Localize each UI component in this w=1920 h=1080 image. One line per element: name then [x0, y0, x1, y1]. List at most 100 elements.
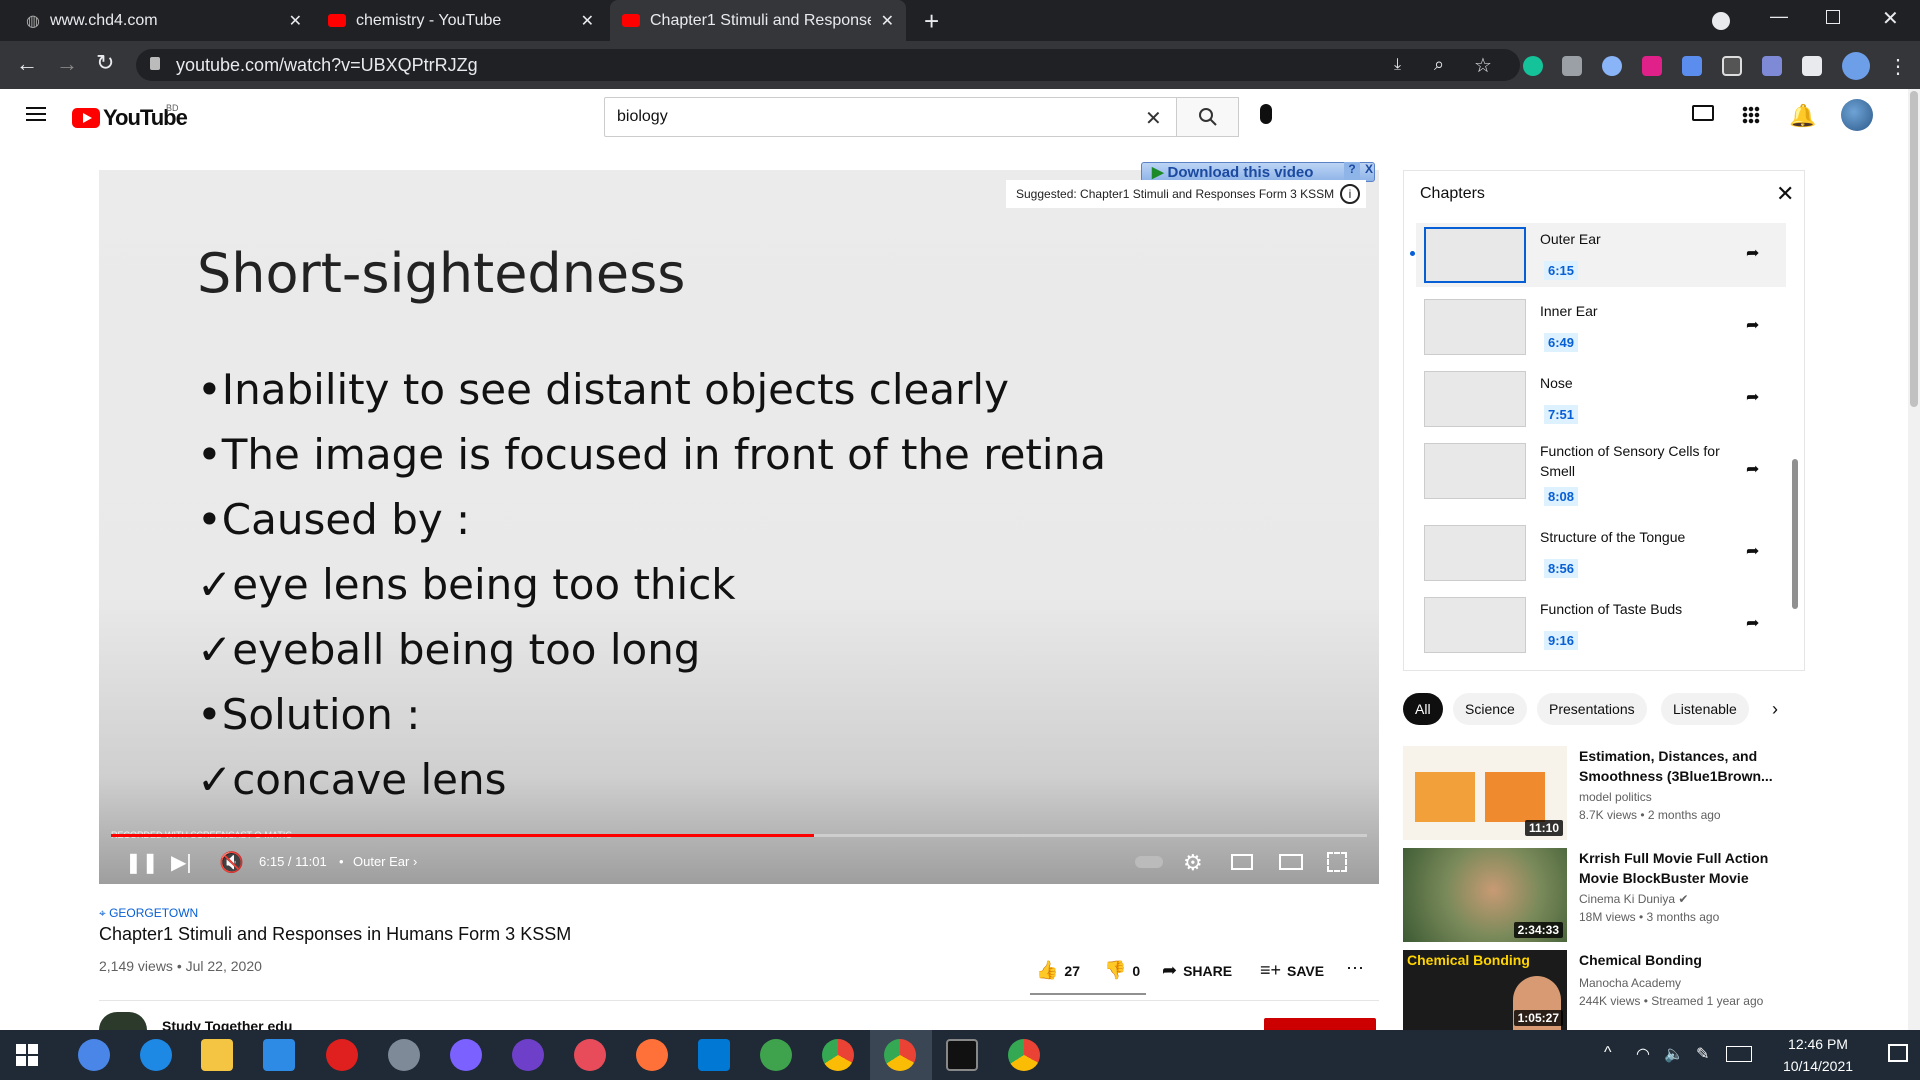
satellite-app-icon[interactable]: [388, 1039, 420, 1071]
share-icon[interactable]: ➦: [1746, 243, 1759, 263]
show-hidden-icons-icon[interactable]: ^: [1604, 1044, 1612, 1062]
clock-time[interactable]: 12:46 PM: [1768, 1036, 1868, 1052]
video-location[interactable]: ⌖ GEORGETOWN: [99, 906, 198, 921]
channel-avatar[interactable]: [99, 1012, 147, 1030]
mute-icon[interactable]: 🔇: [219, 850, 244, 875]
new-tab-button[interactable]: +: [924, 6, 939, 37]
settings-gear-icon[interactable]: ⚙: [1183, 850, 1203, 876]
hamburger-menu-icon[interactable]: [26, 107, 46, 109]
play-extension-icon[interactable]: [1642, 56, 1662, 76]
theater-mode-icon[interactable]: [1279, 854, 1303, 870]
camera-extension-icon[interactable]: [1562, 56, 1582, 76]
account-avatar[interactable]: [1841, 99, 1873, 131]
pause-icon[interactable]: ❚❚: [125, 850, 159, 875]
video-player[interactable]: Short-sightedness •Inability to see dist…: [99, 170, 1379, 884]
chapter-item[interactable]: Function of Taste Buds 9:16 ➦: [1416, 593, 1786, 657]
wifi-icon[interactable]: ◠: [1636, 1044, 1650, 1064]
chips-next-icon[interactable]: ›: [1772, 699, 1778, 720]
channel-name[interactable]: Study Together edu: [162, 1018, 292, 1030]
reload-icon[interactable]: ↻: [96, 50, 114, 76]
opera-icon[interactable]: [326, 1039, 358, 1071]
chapter-item[interactable]: Function of Sensory Cells for Smell 8:08…: [1416, 439, 1786, 506]
share-icon[interactable]: ➦: [1746, 315, 1759, 335]
progress-bar[interactable]: [111, 834, 1367, 837]
file-explorer-icon[interactable]: [201, 1039, 233, 1071]
minimize-icon[interactable]: —: [1770, 6, 1788, 27]
fullscreen-icon[interactable]: [1327, 852, 1347, 872]
create-video-icon[interactable]: [1692, 105, 1714, 121]
browser-tab-chd4[interactable]: ◍ www.chd4.com ✕: [14, 0, 314, 41]
browser-tab-chemistry[interactable]: chemistry - YouTube ✕: [316, 0, 606, 41]
profile-avatar[interactable]: [1842, 52, 1870, 80]
more-actions-icon[interactable]: ⋯: [1346, 958, 1366, 979]
extensions-puzzle-icon[interactable]: [1802, 56, 1822, 76]
vscode-icon[interactable]: [698, 1039, 730, 1071]
page-scrollbar-thumb[interactable]: [1910, 91, 1918, 407]
back-icon[interactable]: ←: [16, 51, 38, 77]
terminal-icon[interactable]: [946, 1039, 978, 1071]
paint-app-icon[interactable]: [574, 1039, 606, 1071]
next-video-icon[interactable]: ▶|: [171, 850, 192, 875]
clear-search-icon[interactable]: ✕: [1145, 106, 1162, 131]
recommended-video[interactable]: 11:10 Estimation, Distances, and Smoothn…: [1403, 746, 1823, 842]
share-icon[interactable]: ➦: [1746, 541, 1759, 561]
chrome-profile-icon[interactable]: [1008, 1039, 1040, 1071]
messenger-icon[interactable]: [450, 1039, 482, 1071]
keyboard-icon[interactable]: [1726, 1046, 1752, 1062]
bookmark-star-icon[interactable]: ☆: [1474, 53, 1492, 78]
autoplay-toggle[interactable]: [1135, 856, 1163, 868]
current-chapter-button[interactable]: Outer Ear ›: [353, 854, 417, 869]
like-button[interactable]: 👍 27: [1036, 960, 1080, 981]
vpn-extension-icon[interactable]: [1602, 56, 1622, 76]
download-video-banner[interactable]: ▶ Download this video: [1141, 162, 1375, 182]
clock-date[interactable]: 10/14/2021: [1768, 1058, 1868, 1074]
close-window-icon[interactable]: ✕: [1882, 6, 1899, 31]
chapter-item[interactable]: Outer Ear 6:15 ➦: [1410, 223, 1786, 287]
mail-icon[interactable]: [263, 1039, 295, 1071]
close-chapters-icon[interactable]: ✕: [1776, 181, 1794, 207]
edge-icon[interactable]: [140, 1039, 172, 1071]
forward-icon[interactable]: →: [56, 51, 78, 77]
close-tab-icon[interactable]: ✕: [289, 11, 302, 31]
notifications-bell-icon[interactable]: 🔔: [1789, 103, 1816, 129]
chapters-scrollbar[interactable]: [1792, 459, 1798, 609]
windows-start-icon[interactable]: [16, 1044, 38, 1066]
share-button[interactable]: ➦ SHARE: [1162, 960, 1232, 981]
chrome-active-icon[interactable]: [884, 1039, 916, 1071]
zoom-icon[interactable]: ⌕: [1434, 54, 1444, 75]
chip-listenable[interactable]: Listenable: [1661, 693, 1749, 725]
chapter-item[interactable]: Inner Ear 6:49 ➦: [1416, 295, 1786, 359]
recommended-video[interactable]: 2:34:33 Krrish Full Movie Full Action Mo…: [1403, 848, 1823, 944]
youtube-logo-icon[interactable]: [72, 108, 100, 128]
close-tab-icon[interactable]: ✕: [581, 11, 594, 31]
globe-app-icon[interactable]: [760, 1039, 792, 1071]
share-icon[interactable]: ➦: [1746, 459, 1759, 479]
volume-icon[interactable]: 🔈: [1664, 1044, 1684, 1064]
install-icon[interactable]: ⤓: [1394, 56, 1401, 74]
grammarly-extension-icon[interactable]: [1523, 56, 1543, 76]
page-scrollbar-track[interactable]: [1908, 89, 1920, 1030]
subscribe-button[interactable]: [1264, 1018, 1376, 1030]
search-input[interactable]: biology ✕: [604, 97, 1177, 137]
chip-presentations[interactable]: Presentations: [1537, 693, 1647, 725]
browser-menu-icon[interactable]: ⋮: [1888, 54, 1908, 79]
channel-name[interactable]: Manocha Academy: [1579, 976, 1681, 990]
chapter-item[interactable]: Nose 7:51 ➦: [1416, 367, 1786, 431]
download-close-button[interactable]: X: [1362, 162, 1376, 180]
pen-icon[interactable]: ✎: [1696, 1044, 1709, 1064]
restore-icon[interactable]: [1826, 10, 1840, 24]
qbittorrent-icon[interactable]: [78, 1039, 110, 1071]
address-bar[interactable]: youtube.com/watch?v=UBXQPtrRJZg ⤓ ⌕ ☆: [136, 49, 1520, 81]
github-desktop-icon[interactable]: [512, 1039, 544, 1071]
info-icon[interactable]: i: [1340, 184, 1360, 204]
download-help-button[interactable]: ?: [1344, 162, 1360, 180]
download-extension-icon[interactable]: [1682, 56, 1702, 76]
suggested-video-card[interactable]: Suggested: Chapter1 Stimuli and Response…: [1006, 180, 1366, 208]
firefox-icon[interactable]: [636, 1039, 668, 1071]
share-icon[interactable]: ➦: [1746, 387, 1759, 407]
save-button[interactable]: ≡+ SAVE: [1260, 960, 1324, 981]
tab-search-icon[interactable]: [1712, 12, 1730, 30]
chip-all[interactable]: All: [1403, 693, 1443, 725]
voice-search-mic-icon[interactable]: [1260, 104, 1272, 124]
chip-science[interactable]: Science: [1453, 693, 1527, 725]
